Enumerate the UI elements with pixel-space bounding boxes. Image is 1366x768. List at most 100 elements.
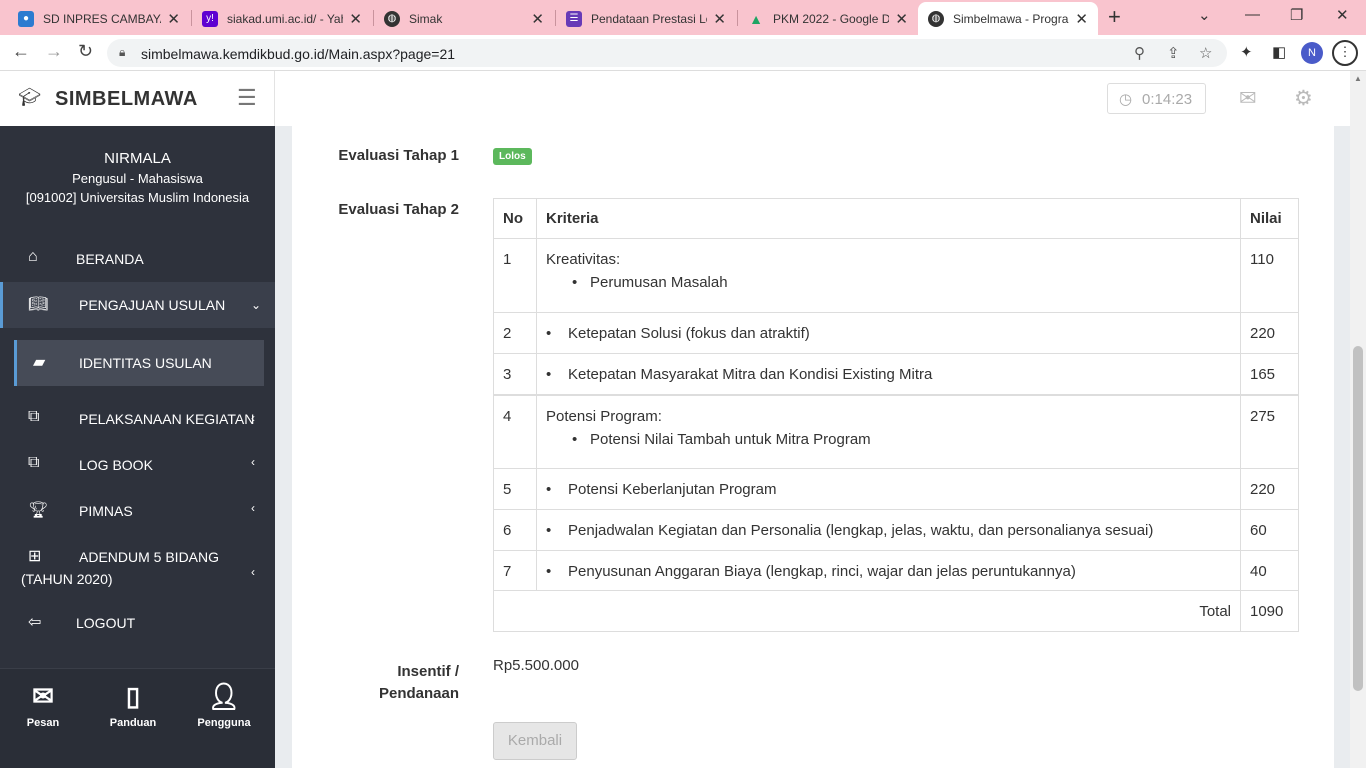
sidebar-item-pelaksanaan-kegiatan[interactable]: ⧉ PELAKSANAAN KEGIATAN ‹ <box>0 396 275 442</box>
sidebar-item-pengajuan-usulan[interactable]: 📖︎ PENGAJUAN USULAN ⌄ <box>0 282 275 328</box>
table-row: 7 Penyusunan Anggaran Biaya (lengkap, ri… <box>493 550 1299 591</box>
tab-search-icon[interactable]: ⌄ <box>1198 6 1211 24</box>
trophy-icon: 🏆︎ <box>28 502 49 519</box>
criteria-cell: Penyusunan Anggaran Biaya (lengkap, rinc… <box>536 550 1241 591</box>
criteria-text: Potensi Nilai Tambah untuk Mitra Program <box>546 431 1231 448</box>
evaluation-card: Evaluasi Tahap 1 Lolos Evaluasi Tahap 2 … <box>292 126 1334 768</box>
copy-icon: ⧉ <box>28 454 40 471</box>
criteria-text: Potensi Keberlanjutan Program <box>546 481 776 498</box>
criteria-cell: Potensi Program: Potensi Nilai Tambah un… <box>536 394 1241 469</box>
forward-arrow-icon[interactable]: → <box>45 41 63 62</box>
tab-title: SD INPRES CAMBAYA <box>43 11 162 26</box>
table-row: 2 Ketepatan Solusi (fokus dan atraktif) … <box>493 312 1299 354</box>
share-icon[interactable]: ⇪ <box>1167 44 1180 62</box>
sidebar-item-pimnas[interactable]: 🏆︎ PIMNAS ‹ <box>0 488 275 534</box>
back-button[interactable]: Kembali <box>493 722 577 760</box>
new-tab-icon[interactable]: + <box>1108 4 1121 30</box>
close-tab-icon[interactable]: ✕ <box>713 10 726 28</box>
criteria-cell: Penjadwalan Kegiatan dan Personalia (len… <box>536 509 1241 551</box>
side-panel-icon[interactable]: ◧ <box>1272 43 1286 61</box>
browser-tab[interactable]: y! siakad.umi.ac.id/ - Yah ✕ <box>192 2 372 35</box>
sidebar-item-label: PIMNAS <box>79 503 133 519</box>
graduation-cap-icon: 🎓︎ <box>18 87 41 107</box>
funding-label-line2: Pendanaan <box>378 685 459 702</box>
browser-tab[interactable]: ▲ PKM 2022 - Google D ✕ <box>738 2 918 35</box>
sidebar-item-label: ADENDUM 5 BIDANG <box>79 549 220 565</box>
book-icon: ▰ <box>33 354 46 371</box>
close-tab-icon[interactable]: ✕ <box>895 10 908 28</box>
criteria-cell: Ketepatan Masyarakat Mitra dan Kondisi E… <box>536 353 1241 395</box>
restore-icon[interactable]: ❐ <box>1290 6 1303 24</box>
bookmark-star-icon[interactable]: ☆ <box>1199 44 1212 62</box>
scroll-thumb[interactable] <box>1353 346 1363 691</box>
zoom-icon[interactable]: ⚲ <box>1134 44 1145 62</box>
sidebar-item-logout[interactable]: ⇦ LOGOUT <box>0 600 275 646</box>
sidebar-item-log-book[interactable]: ⧉ LOG BOOK ‹ <box>0 442 275 488</box>
browser-menu-icon[interactable]: ⋮ <box>1332 40 1358 66</box>
table-row: 5 Potensi Keberlanjutan Program 220 <box>493 468 1299 510</box>
table-row: 3 Ketepatan Masyarakat Mitra dan Kondisi… <box>493 353 1299 395</box>
total-value: 1090 <box>1240 590 1299 632</box>
extensions-icon[interactable]: ✦ <box>1240 43 1253 61</box>
page-scrollbar[interactable]: ▲ <box>1350 71 1366 768</box>
scroll-up-arrow-icon[interactable]: ▲ <box>1354 74 1362 83</box>
messages-button[interactable]: ✉ Pesan <box>8 679 78 729</box>
url-text[interactable]: simbelmawa.kemdikbud.go.id/Main.aspx?pag… <box>141 46 455 62</box>
reload-icon[interactable]: ↻ <box>78 41 93 62</box>
browser-tab[interactable]: ☰ Pendataan Prestasi Lo ✕ <box>556 2 736 35</box>
browser-tab-active[interactable]: ◍ Simbelmawa - Progra ✕ <box>918 2 1098 35</box>
minimize-icon[interactable]: — <box>1245 6 1260 23</box>
total-label: Total <box>493 590 1241 632</box>
close-tab-icon[interactable]: ✕ <box>349 10 362 28</box>
row-number: 6 <box>493 509 537 551</box>
total-row: Total 1090 <box>493 590 1299 632</box>
bottom-item-label: Panduan <box>109 717 157 729</box>
sidebar-item-label-line2: (TAHUN 2020) <box>21 571 113 587</box>
criteria-text: Perumusan Masalah <box>546 274 1231 291</box>
tab-title: siakad.umi.ac.id/ - Yah <box>227 11 344 26</box>
sidebar-item-label: IDENTITAS USULAN <box>79 355 212 371</box>
row-number: 3 <box>493 353 537 395</box>
medkit-icon: ⊞ <box>28 548 42 565</box>
hamburger-menu-icon[interactable]: ☰ <box>237 85 257 111</box>
close-tab-icon[interactable]: ✕ <box>531 10 544 28</box>
sidebar-item-identitas-usulan[interactable]: ▰ IDENTITAS USULAN <box>14 340 264 386</box>
criteria-text: Penjadwalan Kegiatan dan Personalia (len… <box>546 522 1153 539</box>
kemdikbud-icon: ● <box>18 10 34 27</box>
sidebar-item-beranda[interactable]: ⌂ BERANDA <box>0 236 275 282</box>
inbox-icon[interactable]: ✉ <box>1239 86 1257 111</box>
close-tab-icon[interactable]: ✕ <box>1075 10 1088 28</box>
stage1-label: Evaluasi Tahap 1 <box>338 147 459 164</box>
user-role: Pengusul - Mahasiswa <box>72 171 203 186</box>
stage2-row: Evaluasi Tahap 2 <box>292 201 459 221</box>
tab-title: PKM 2022 - Google D <box>773 11 890 26</box>
home-icon: ⌂ <box>28 248 38 265</box>
profile-avatar[interactable]: N <box>1301 42 1323 64</box>
address-bar[interactable]: 🔒︎ simbelmawa.kemdikbud.go.id/Main.aspx?… <box>107 39 1227 67</box>
stage1-row: Evaluasi Tahap 1 <box>292 147 459 167</box>
criteria-cell: Ketepatan Solusi (fokus dan atraktif) <box>536 312 1241 354</box>
back-arrow-icon[interactable]: ← <box>12 41 30 62</box>
brand-area: 🎓︎ SIMBELMAWA ☰ <box>0 71 275 126</box>
score-cell: 60 <box>1240 509 1299 551</box>
close-tab-icon[interactable]: ✕ <box>167 10 180 28</box>
sidebar-item-adendum[interactable]: ⊞ ADENDUM 5 BIDANG (TAHUN 2020) ‹ <box>0 534 275 600</box>
browser-tab[interactable]: ◍ Simak ✕ <box>374 2 554 35</box>
brand-name[interactable]: SIMBELMAWA <box>55 88 198 111</box>
yahoo-icon: y! <box>202 10 218 27</box>
gear-icon[interactable]: ⚙ <box>1294 86 1313 111</box>
user-button[interactable]: 👤︎ Pengguna <box>189 679 259 729</box>
copy-icon: ⧉ <box>28 408 40 425</box>
guide-button[interactable]: ▯ Panduan <box>98 679 168 729</box>
user-icon: 👤︎ <box>207 681 241 711</box>
sidebar: NIRMALA Pengusul - Mahasiswa [091002] Un… <box>0 126 275 768</box>
chevron-left-icon: ‹ <box>251 501 255 515</box>
browser-tab[interactable]: ● SD INPRES CAMBAYA ✕ <box>8 2 190 35</box>
lock-icon: 🔒︎ <box>119 45 126 59</box>
criteria-group: Kreativitas: <box>546 251 621 268</box>
bottom-item-label: Pengguna <box>197 717 251 729</box>
table-row: 6 Penjadwalan Kegiatan dan Personalia (l… <box>493 509 1299 551</box>
globe-icon: ◍ <box>928 10 944 27</box>
column-header-no: No <box>493 198 537 239</box>
close-window-icon[interactable]: ✕ <box>1336 6 1349 24</box>
